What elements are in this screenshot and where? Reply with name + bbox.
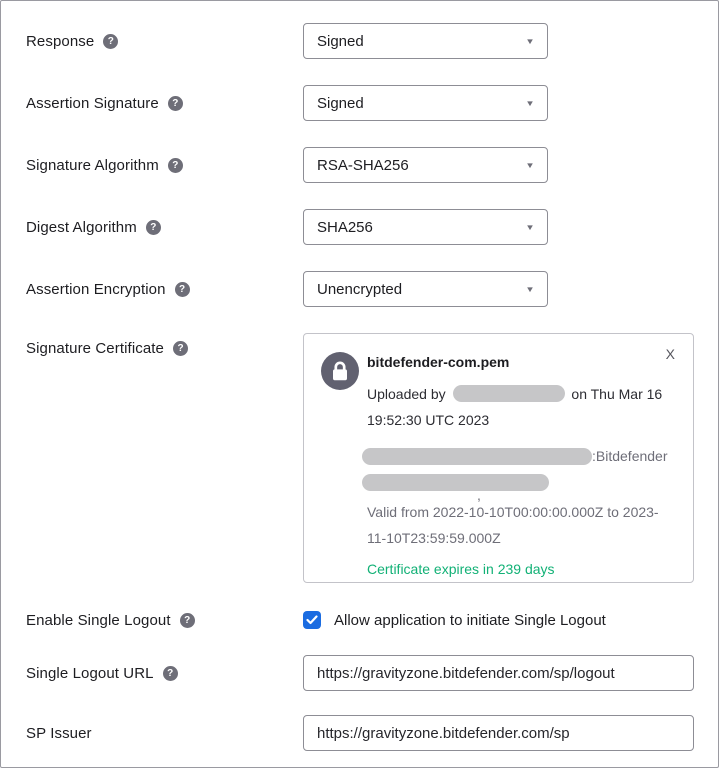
help-icon[interactable]: ? bbox=[173, 341, 189, 356]
saml-settings-panel: Response ? Signed ▼ Assertion Signature … bbox=[0, 0, 719, 768]
checkmark-icon bbox=[306, 615, 318, 625]
assertion-signature-select[interactable]: Signed ▼ bbox=[303, 85, 548, 121]
chevron-down-icon: ▼ bbox=[525, 160, 535, 170]
digest-algorithm-control: SHA256 ▼ bbox=[303, 209, 694, 245]
certificate-uploaded-line: Uploaded by on Thu Mar 16 19:52:30 UTC 2… bbox=[367, 381, 677, 433]
signature-certificate-label: Signature Certificate bbox=[26, 340, 165, 357]
certificate-subject-line: , bbox=[362, 469, 677, 503]
single-logout-url-label-group: Single Logout URL ? bbox=[26, 665, 303, 682]
help-icon[interactable]: ? bbox=[179, 612, 195, 628]
form-row-signature-certificate: Signature Certificate ? X bitdefender-co… bbox=[26, 333, 694, 583]
single-logout-checkbox[interactable] bbox=[303, 611, 321, 629]
response-select-value: Signed bbox=[317, 32, 364, 50]
assertion-encryption-label: Assertion Encryption bbox=[26, 280, 166, 298]
help-icon[interactable]: ? bbox=[167, 95, 183, 111]
chevron-down-icon: ▼ bbox=[525, 284, 535, 294]
assertion-encryption-label-group: Assertion Encryption ? bbox=[26, 281, 303, 298]
sp-issuer-input[interactable] bbox=[303, 715, 694, 751]
digest-algorithm-select-value: SHA256 bbox=[317, 218, 373, 236]
signature-algorithm-control: RSA-SHA256 ▼ bbox=[303, 147, 694, 183]
issuer-suffix-text: :Bitdefender bbox=[592, 448, 668, 464]
response-label-group: Response ? bbox=[26, 33, 303, 50]
form-row-digest-algorithm: Digest Algorithm ? SHA256 ▼ bbox=[26, 209, 694, 245]
redacted-uploader-name bbox=[452, 385, 565, 402]
form-row-assertion-signature: Assertion Signature ? Signed ▼ bbox=[26, 85, 694, 121]
response-select[interactable]: Signed ▼ bbox=[303, 23, 548, 59]
chevron-down-icon: ▼ bbox=[525, 222, 535, 232]
signature-certificate-control: X bitdefender-com.pem Uploaded by on Thu… bbox=[303, 333, 694, 583]
redacted-issuer-text bbox=[362, 448, 592, 465]
signature-algorithm-select-value: RSA-SHA256 bbox=[317, 156, 409, 174]
help-icon[interactable]: ? bbox=[167, 157, 183, 173]
assertion-signature-control: Signed ▼ bbox=[303, 85, 694, 121]
form-row-enable-single-logout: Enable Single Logout ? Allow application… bbox=[26, 610, 694, 630]
certificate-details: bitdefender-com.pem Uploaded by on Thu M… bbox=[362, 348, 677, 579]
digest-algorithm-label-group: Digest Algorithm ? bbox=[26, 219, 303, 236]
form-row-assertion-encryption: Assertion Encryption ? Unencrypted ▼ bbox=[26, 271, 694, 307]
single-logout-checkbox-group: Allow application to initiate Single Log… bbox=[303, 611, 694, 629]
help-icon[interactable]: ? bbox=[103, 33, 119, 49]
single-logout-checkbox-label: Allow application to initiate Single Log… bbox=[334, 611, 606, 629]
subject-comma-artifact: , bbox=[477, 487, 481, 503]
response-label: Response bbox=[26, 32, 95, 50]
single-logout-url-control bbox=[303, 655, 694, 691]
response-control: Signed ▼ bbox=[303, 23, 694, 59]
enable-single-logout-control: Allow application to initiate Single Log… bbox=[303, 611, 694, 629]
sp-issuer-label-group: SP Issuer bbox=[26, 725, 303, 742]
certificate-card: X bitdefender-com.pem Uploaded by on Thu… bbox=[303, 333, 694, 583]
enable-single-logout-label: Enable Single Logout bbox=[26, 611, 171, 629]
digest-algorithm-select[interactable]: SHA256 ▼ bbox=[303, 209, 548, 245]
uploaded-prefix-text: Uploaded by bbox=[367, 386, 446, 402]
certificate-remove-button[interactable]: X bbox=[662, 344, 679, 364]
signature-algorithm-label: Signature Algorithm bbox=[26, 156, 159, 174]
help-icon[interactable]: ? bbox=[162, 665, 178, 681]
help-icon[interactable]: ? bbox=[174, 281, 190, 297]
signature-algorithm-select[interactable]: RSA-SHA256 ▼ bbox=[303, 147, 548, 183]
redacted-subject-text bbox=[362, 474, 549, 491]
assertion-signature-label: Assertion Signature bbox=[26, 94, 159, 112]
lock-icon bbox=[321, 352, 359, 390]
chevron-down-icon: ▼ bbox=[525, 36, 535, 46]
signature-algorithm-label-group: Signature Algorithm ? bbox=[26, 157, 303, 174]
certificate-expiry-notice: Certificate expires in 239 days bbox=[367, 561, 555, 577]
assertion-encryption-control: Unencrypted ▼ bbox=[303, 271, 694, 307]
enable-single-logout-label-group: Enable Single Logout ? bbox=[26, 612, 303, 629]
assertion-encryption-select[interactable]: Unencrypted ▼ bbox=[303, 271, 548, 307]
single-logout-url-input[interactable] bbox=[303, 655, 694, 691]
signature-certificate-label-group: Signature Certificate ? bbox=[26, 333, 303, 357]
certificate-validity-text: Valid from 2022-10-10T00:00:00.000Z to 2… bbox=[367, 504, 659, 546]
form-row-signature-algorithm: Signature Algorithm ? RSA-SHA256 ▼ bbox=[26, 147, 694, 183]
assertion-encryption-select-value: Unencrypted bbox=[317, 280, 403, 298]
sp-issuer-control bbox=[303, 715, 694, 751]
form-row-response: Response ? Signed ▼ bbox=[26, 23, 694, 59]
digest-algorithm-label: Digest Algorithm bbox=[26, 218, 137, 236]
help-icon[interactable]: ? bbox=[145, 219, 161, 235]
assertion-signature-select-value: Signed bbox=[317, 94, 364, 112]
form-row-sp-issuer: SP Issuer bbox=[26, 715, 694, 751]
assertion-signature-label-group: Assertion Signature ? bbox=[26, 95, 303, 112]
form-row-single-logout-url: Single Logout URL ? bbox=[26, 655, 694, 691]
certificate-issuer-line: :Bitdefender bbox=[362, 443, 677, 469]
certificate-filename: bitdefender-com.pem bbox=[367, 354, 510, 370]
sp-issuer-label: SP Issuer bbox=[26, 724, 92, 742]
chevron-down-icon: ▼ bbox=[525, 98, 535, 108]
single-logout-url-label: Single Logout URL bbox=[26, 664, 154, 682]
